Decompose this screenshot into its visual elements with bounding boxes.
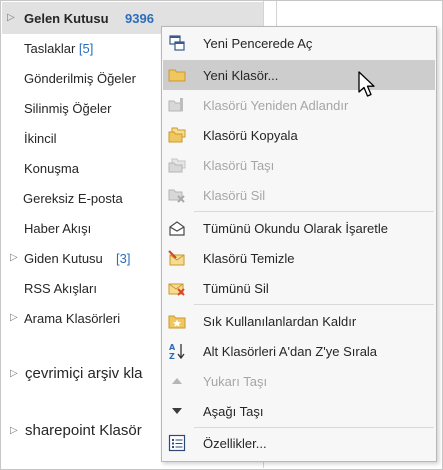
menu-label: Alt Klasörleri A'dan Z'ye Sırala bbox=[203, 344, 378, 359]
menu-delete-folder[interactable]: Klasörü Sil bbox=[163, 180, 435, 210]
delete-folder-icon bbox=[168, 189, 185, 203]
folder-inbox-count: 9396 bbox=[125, 11, 154, 26]
menu-label: Yukarı Taşı bbox=[203, 374, 268, 389]
menu-open-new-window[interactable]: Yeni Pencerede Aç bbox=[163, 28, 435, 58]
folder-drafts-label: Taslaklar bbox=[24, 41, 76, 56]
rename-folder-icon bbox=[168, 98, 183, 112]
expand-triangle-icon[interactable]: ▷ bbox=[7, 12, 15, 23]
menu-new-folder[interactable]: Yeni Klasör... bbox=[163, 60, 435, 90]
menu-copy-folder[interactable]: Klasörü Kopyala bbox=[163, 120, 435, 150]
menu-properties[interactable]: Özellikler... bbox=[163, 428, 435, 458]
folder-drafts-count: [5] bbox=[78, 41, 94, 56]
folder-drafts[interactable]: Taslaklar [5] bbox=[24, 41, 93, 56]
menu-label: Klasörü Yeniden Adlandır bbox=[203, 98, 349, 113]
arrow-up-icon bbox=[172, 378, 182, 384]
expand-triangle-icon[interactable]: ▷ bbox=[10, 252, 18, 263]
folder-conversation[interactable]: Konuşma bbox=[24, 161, 79, 176]
new-window-icon bbox=[169, 35, 185, 51]
move-folder-icon bbox=[168, 158, 186, 173]
menu-remove-favorites[interactable]: Sık Kullanılanlardan Kaldır bbox=[163, 306, 435, 336]
expand-triangle-icon[interactable]: ▷ bbox=[10, 312, 18, 323]
menu-label: Klasörü Sil bbox=[203, 188, 266, 203]
menu-label: Yeni Pencerede Aç bbox=[203, 36, 313, 51]
expand-triangle-icon[interactable]: ▷ bbox=[10, 368, 18, 379]
menu-mark-all-read[interactable]: Tümünü Okundu Olarak İşaretle bbox=[163, 213, 435, 243]
delete-all-icon bbox=[168, 283, 185, 296]
menu-move-down[interactable]: Aşağı Taşı bbox=[163, 396, 435, 426]
folder-outbox-label: Giden Kutusu bbox=[24, 251, 103, 266]
properties-icon bbox=[168, 434, 186, 452]
menu-label: Aşağı Taşı bbox=[203, 404, 264, 419]
menu-label: Tümünü Sil bbox=[203, 281, 269, 296]
favorite-folder-icon bbox=[168, 315, 186, 329]
open-envelope-icon bbox=[169, 221, 185, 236]
menu-label: Klasörü Temizle bbox=[203, 251, 295, 266]
expand-triangle-icon[interactable]: ▷ bbox=[10, 425, 18, 436]
menu-move-folder[interactable]: Klasörü Taşı bbox=[163, 150, 435, 180]
folder-rss[interactable]: RSS Akışları bbox=[24, 281, 97, 296]
clean-folder-icon bbox=[168, 250, 185, 266]
menu-label: Klasörü Taşı bbox=[203, 158, 275, 173]
menu-move-up[interactable]: Yukarı Taşı bbox=[163, 366, 435, 396]
new-folder-icon bbox=[168, 69, 186, 82]
menu-label: Özellikler... bbox=[203, 436, 267, 451]
folder-sent[interactable]: Gönderilmiş Öğeler bbox=[24, 71, 136, 86]
folder-secondary[interactable]: İkincil bbox=[24, 131, 57, 146]
folder-outbox-count: [3] bbox=[116, 251, 131, 266]
arrow-down-icon bbox=[172, 408, 182, 414]
svg-text:A: A bbox=[169, 343, 176, 352]
menu-clean-folder[interactable]: Klasörü Temizle bbox=[163, 243, 435, 273]
menu-label: Klasörü Kopyala bbox=[203, 128, 298, 143]
svg-text:Z: Z bbox=[169, 352, 175, 360]
menu-label: Yeni Klasör... bbox=[203, 68, 279, 83]
menu-separator bbox=[194, 211, 434, 212]
menu-sort-subfolders[interactable]: A Z Alt Klasörleri A'dan Z'ye Sırala bbox=[163, 336, 435, 366]
menu-separator bbox=[194, 304, 434, 305]
copy-folder-icon bbox=[168, 127, 186, 143]
context-menu: Yeni Pencerede Aç Yeni Klasör... Klasörü… bbox=[161, 26, 437, 462]
folder-sharepoint-label: sharepoint Klasör bbox=[25, 422, 142, 439]
menu-rename-folder[interactable]: Klasörü Yeniden Adlandır bbox=[163, 90, 435, 120]
mouse-cursor-icon bbox=[358, 71, 375, 97]
menu-label: Tümünü Okundu Olarak İşaretle bbox=[203, 221, 388, 236]
folder-online-archive-label: çevrimiçi arşiv kla bbox=[25, 365, 143, 382]
folder-rss-feed[interactable]: Haber Akışı bbox=[24, 221, 91, 236]
folder-search-label: Arama Klasörleri bbox=[24, 311, 121, 326]
folder-junk[interactable]: Gereksiz E-posta bbox=[23, 191, 123, 206]
menu-delete-all[interactable]: Tümünü Sil bbox=[163, 273, 435, 303]
sort-az-icon: A Z bbox=[169, 343, 185, 360]
menu-label: Sık Kullanılanlardan Kaldır bbox=[203, 314, 357, 329]
folder-deleted[interactable]: Silinmiş Öğeler bbox=[24, 101, 111, 116]
folder-inbox-label: Gelen Kutusu bbox=[24, 11, 109, 26]
